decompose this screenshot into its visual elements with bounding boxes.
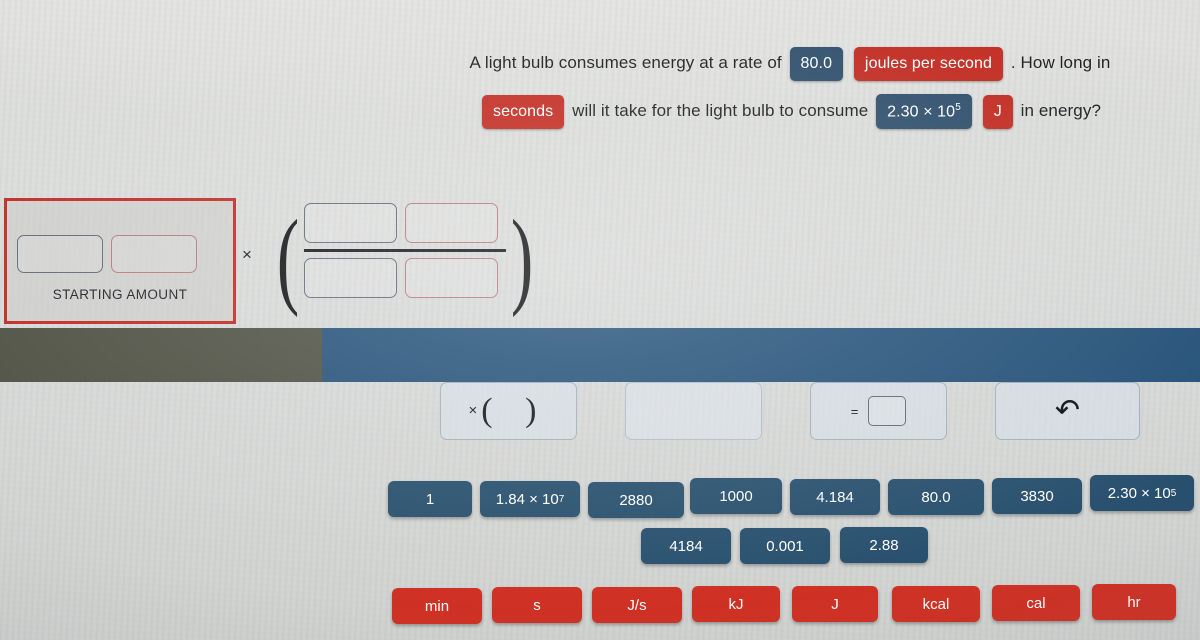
fraction-denominator-row	[304, 258, 506, 298]
question-chip-energy-value: 2.30 × 105	[876, 93, 972, 130]
starting-amount-label: STARTING AMOUNT	[52, 287, 188, 302]
number-tile-11[interactable]: 2.88	[840, 527, 928, 563]
question-text-3: will it take for the light bulb to consu…	[572, 101, 869, 120]
question-chip-energy-unit: J	[982, 94, 1013, 129]
question-text-1: A light bulb consumes energy at a rate o…	[469, 53, 782, 72]
tile-label: kJ	[728, 595, 744, 613]
tile-label: 2.88	[869, 536, 899, 554]
unit-tile-s[interactable]: s	[492, 587, 582, 623]
tile-label: 2880	[619, 491, 653, 509]
divider-band-right	[322, 328, 1200, 382]
equals-icon: =	[850, 403, 859, 419]
tile-label: 80.0	[921, 488, 951, 506]
starting-amount-slots	[7, 201, 233, 273]
energy-exponent: 5	[955, 101, 961, 113]
question-chip-rate-unit: joules per second	[853, 46, 1004, 81]
right-paren-icon: )	[510, 199, 534, 318]
multiply-glyph: ×( )	[469, 392, 549, 430]
starting-amount-unit-slot[interactable]	[111, 235, 197, 273]
starting-amount-number-slot[interactable]	[17, 235, 103, 273]
tile-label: min	[424, 597, 450, 615]
tile-label: 3830	[1020, 487, 1054, 505]
tile-label: 1	[425, 490, 435, 508]
divider-band-left	[0, 328, 322, 382]
tile-label: J	[831, 595, 839, 613]
energy-mantissa: 2.30 × 10	[887, 103, 956, 121]
tile-label: s	[533, 596, 541, 614]
number-tile-6[interactable]: 80.0	[888, 479, 984, 515]
left-paren-icon: (	[276, 199, 300, 318]
number-tile-9[interactable]: 4184	[641, 528, 731, 564]
tile-label: 1.84 × 10	[495, 490, 559, 508]
number-tile-2[interactable]: 1.84 × 10 7	[480, 481, 580, 517]
tile-label: cal	[1026, 594, 1046, 612]
tile-label: 4.184	[816, 488, 854, 506]
conversion-fraction-group: ( )	[276, 199, 534, 319]
fraction-denominator-unit-slot[interactable]	[405, 258, 498, 298]
conversion-fraction	[304, 203, 506, 298]
parens-glyph: ( )	[481, 392, 549, 429]
unit-tile-min[interactable]: min	[392, 588, 482, 624]
starting-amount-box[interactable]: STARTING AMOUNT	[4, 198, 236, 324]
equals-answer-box[interactable]	[868, 396, 907, 426]
number-tile-8[interactable]: 2.30 × 10 5	[1090, 475, 1194, 511]
multiply-parens-button[interactable]: ×( )	[440, 382, 577, 440]
question-text-2: . How long in	[1010, 53, 1111, 72]
tile-label: kcal	[922, 595, 950, 613]
number-tile-1[interactable]: 1	[388, 481, 472, 517]
unit-tile-kj[interactable]: kJ	[692, 586, 780, 622]
multiplication-sign: ×	[242, 245, 252, 264]
number-tile-4[interactable]: 1000	[690, 478, 782, 514]
tile-label: 2.30 × 10	[1107, 484, 1171, 502]
tile-exponent: 5	[1170, 487, 1177, 499]
number-tile-10[interactable]: 0.001	[740, 528, 830, 564]
tile-label: 4184	[669, 537, 703, 555]
number-tile-7[interactable]: 3830	[992, 478, 1082, 514]
tile-label: 0.001	[766, 537, 804, 555]
unit-tile-cal[interactable]: cal	[992, 585, 1080, 621]
question-chip-time-unit: seconds	[481, 94, 565, 129]
fraction-numerator-unit-slot[interactable]	[405, 203, 498, 243]
tile-exponent: 7	[558, 493, 565, 505]
question-text-4: in energy?	[1020, 101, 1102, 120]
multiply-symbol: ×	[468, 402, 478, 419]
question-prompt: A light bulb consumes energy at a rate o…	[430, 40, 1150, 134]
undo-button[interactable]: ↶	[995, 382, 1140, 440]
question-line-1: A light bulb consumes energy at a rate o…	[430, 40, 1150, 86]
fraction-bar	[304, 249, 506, 252]
tile-label: hr	[1127, 593, 1141, 611]
question-line-2: seconds will it take for the light bulb …	[430, 88, 1150, 134]
fraction-numerator-number-slot[interactable]	[304, 203, 397, 243]
operator-toolbar: ×( ) = ↶	[440, 382, 1140, 442]
tile-label: 1000	[719, 487, 753, 505]
number-tile-5[interactable]: 4.184	[790, 479, 880, 515]
number-tile-3[interactable]: 2880	[588, 482, 684, 518]
unit-tile-j-s[interactable]: J/s	[592, 587, 682, 623]
tile-label: J/s	[627, 596, 647, 614]
question-chip-rate-value: 80.0	[789, 46, 844, 81]
unit-tile-hr[interactable]: hr	[1092, 584, 1176, 620]
blank-operator-button[interactable]	[625, 382, 762, 440]
unit-tile-kcal[interactable]: kcal	[892, 586, 980, 622]
unit-tile-j[interactable]: J	[792, 586, 878, 622]
undo-arrow-icon: ↶	[1054, 394, 1081, 427]
equals-button[interactable]: =	[810, 382, 947, 440]
fraction-denominator-number-slot[interactable]	[304, 258, 397, 298]
fraction-numerator-row	[304, 203, 506, 243]
